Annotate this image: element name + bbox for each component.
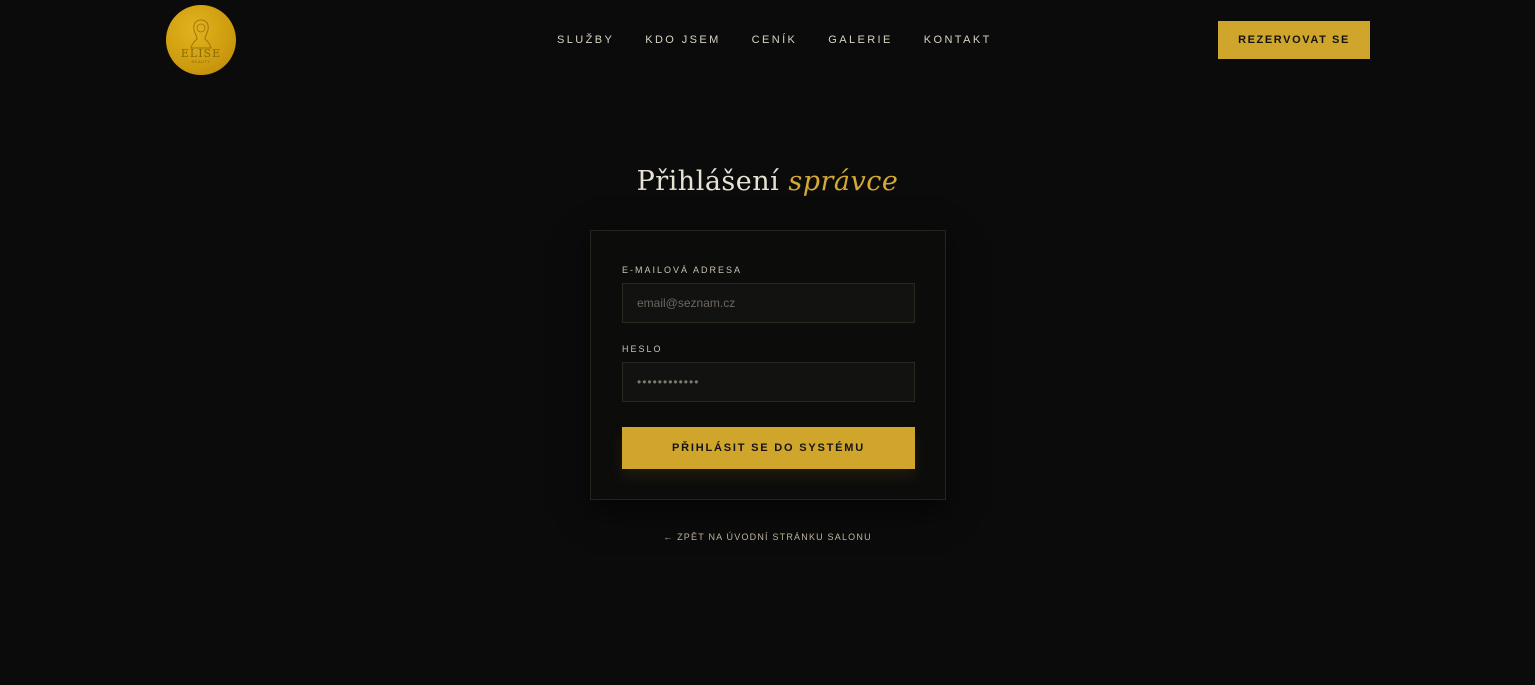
nav-item-cenik[interactable]: CENÍK bbox=[752, 33, 798, 49]
nav-item-sluzby[interactable]: SLUŽBY bbox=[557, 33, 614, 49]
main-nav: SLUŽBY KDO JSEM CENÍK GALERIE KONTAKT bbox=[557, 33, 992, 49]
nav-item-galerie[interactable]: GALERIE bbox=[828, 33, 893, 49]
site-header: ELISE BEAUTY SLUŽBY KDO JSEM CENÍK GALER… bbox=[0, 0, 1535, 80]
password-field[interactable] bbox=[622, 362, 915, 402]
logo-portrait-icon bbox=[190, 19, 212, 49]
email-field[interactable] bbox=[622, 283, 915, 323]
page: ELISE BEAUTY SLUŽBY KDO JSEM CENÍK GALER… bbox=[0, 0, 1535, 685]
login-submit-button[interactable]: PŘIHLÁSIT SE DO SYSTÉMU bbox=[622, 427, 915, 469]
logo[interactable]: ELISE BEAUTY bbox=[166, 5, 236, 75]
login-form: E-MAILOVÁ ADRESA HESLO PŘIHLÁSIT SE DO S… bbox=[590, 230, 946, 500]
nav-item-kontakt[interactable]: KONTAKT bbox=[924, 33, 992, 49]
page-title: Přihlášení správce bbox=[0, 160, 1535, 204]
logo-text: ELISE bbox=[180, 47, 222, 60]
nav-item-kdo-jsem[interactable]: KDO JSEM bbox=[645, 33, 720, 49]
email-label: E-MAILOVÁ ADRESA bbox=[622, 265, 743, 275]
page-title-accent: správce bbox=[788, 166, 899, 197]
back-to-home-label[interactable]: ← ZPĚT NA ÚVODNÍ STRÁNKU SALONU bbox=[663, 532, 872, 542]
logo-subtext: BEAUTY bbox=[191, 59, 211, 64]
back-to-home-link[interactable]: ← ZPĚT NA ÚVODNÍ STRÁNKU SALONU bbox=[0, 530, 1535, 544]
book-appointment-button[interactable]: REZERVOVAT SE bbox=[1218, 21, 1370, 59]
page-title-main: Přihlášení bbox=[636, 166, 780, 197]
password-label: HESLO bbox=[622, 344, 663, 354]
